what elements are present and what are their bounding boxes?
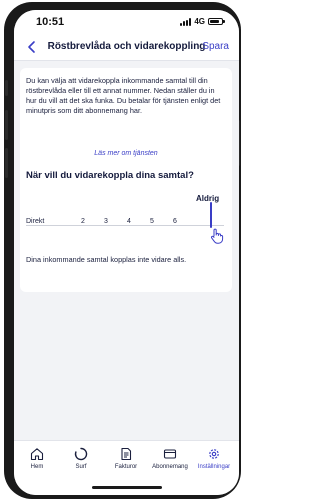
slider-option-5[interactable]: 5: [148, 218, 156, 225]
forwarding-delay-slider[interactable]: Direkt 2 3 4 5 6: [26, 218, 224, 232]
slider-option-direkt[interactable]: Direkt: [26, 218, 47, 225]
signal-icon: [180, 17, 192, 26]
volume-down-button: [5, 148, 8, 178]
status-bar: 10:51 4G: [14, 10, 239, 36]
intro-text: Du kan välja att vidarekoppla inkommande…: [26, 76, 221, 115]
mute-switch: [5, 80, 8, 96]
battery-level: [210, 20, 220, 23]
save-button[interactable]: Spara: [202, 41, 229, 52]
slider-option-2[interactable]: 2: [79, 218, 87, 225]
network-type: 4G: [194, 17, 205, 26]
tab-fakturor[interactable]: Fakturor: [104, 447, 148, 477]
slider-thumb[interactable]: [210, 202, 212, 228]
tab-installningar-label: Inställningar: [197, 464, 231, 470]
tab-surf-label: Surf: [75, 464, 87, 470]
screen: 10:51 4G Röstbrevlåda och vidarekoppling…: [14, 10, 239, 495]
home-icon: [30, 448, 44, 461]
status-time: 10:51: [36, 16, 65, 28]
forwarding-settings-card: Du kan välja att vidarekoppla inkommande…: [20, 68, 232, 292]
status-indicators: 4G: [180, 17, 225, 26]
forwarding-question: När vill du vidarekoppla dina samtal?: [26, 170, 194, 181]
invoice-icon: [121, 447, 132, 461]
phone-frame: 10:51 4G Röstbrevlåda och vidarekoppling…: [4, 2, 241, 499]
tab-hem-label: Hem: [30, 464, 44, 470]
data-usage-icon: [74, 447, 88, 461]
slider-option-6[interactable]: 6: [171, 218, 179, 225]
subscription-icon: [163, 449, 177, 459]
tab-abonnemang-label: Abonnemang: [152, 464, 188, 470]
slider-option-3[interactable]: 3: [102, 218, 110, 225]
battery-icon: [208, 18, 225, 25]
read-more-link[interactable]: Läs mer om tjänsten: [20, 150, 232, 157]
tab-fakturor-label: Fakturor: [114, 464, 138, 470]
slider-option-4[interactable]: 4: [125, 218, 133, 225]
tab-installningar[interactable]: Inställningar: [192, 447, 236, 477]
tab-hem[interactable]: Hem: [15, 447, 59, 477]
hand-pointer-icon: [210, 228, 224, 244]
volume-up-button: [5, 110, 8, 140]
forwarding-result-text: Dina inkommande samtal kopplas inte vida…: [26, 255, 187, 264]
tab-surf[interactable]: Surf: [59, 447, 103, 477]
gear-icon: [209, 449, 219, 459]
slider-track: [26, 225, 224, 226]
tab-abonnemang[interactable]: Abonnemang: [148, 447, 192, 477]
top-nav-bar: Röstbrevlåda och vidarekoppling Spara: [14, 36, 239, 61]
home-indicator: [92, 486, 162, 489]
slider-selected-label: Aldrig: [196, 194, 220, 203]
